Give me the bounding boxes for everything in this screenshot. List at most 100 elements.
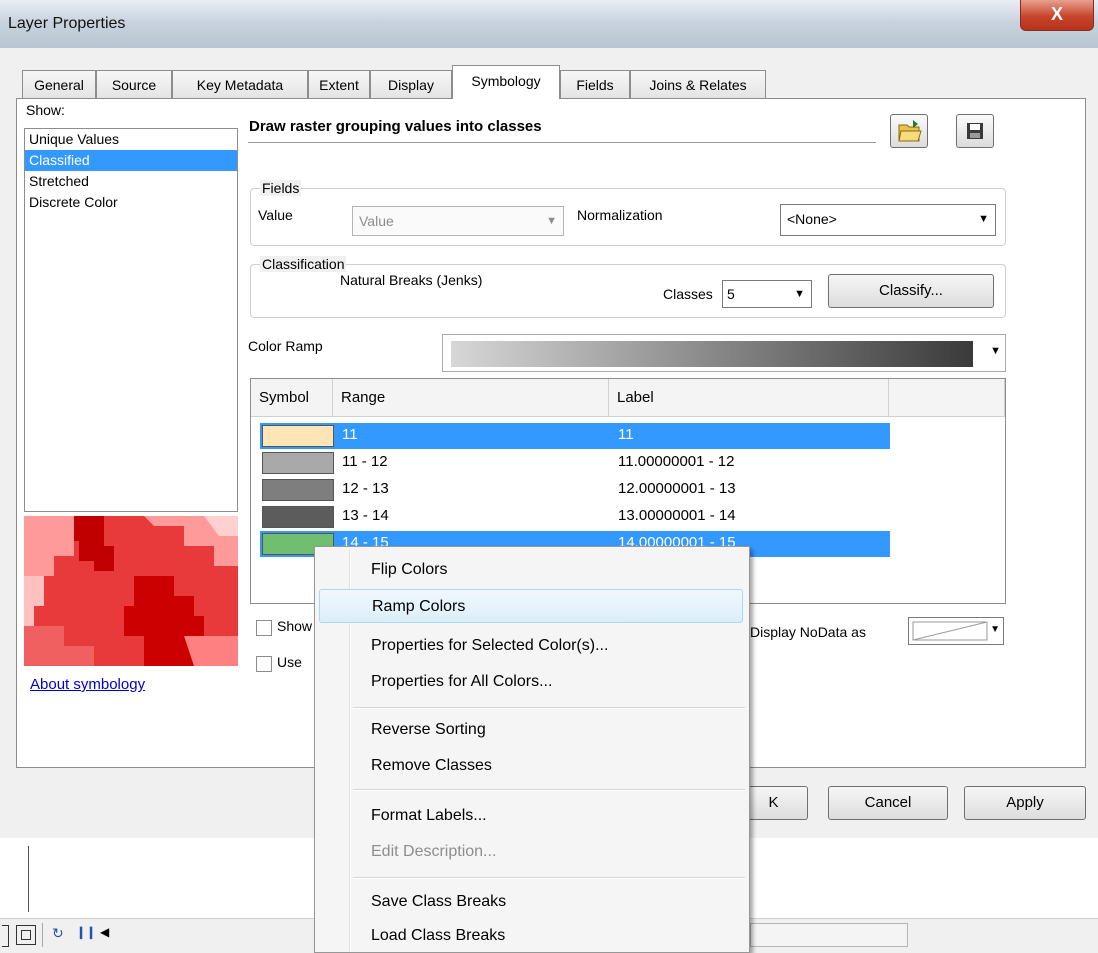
close-button[interactable]: X: [1020, 0, 1094, 31]
column-header-empty: [889, 379, 1005, 417]
dropdown-arrow-icon: ▼: [978, 213, 989, 225]
normalization-combo-text: <None>: [787, 211, 837, 227]
normalization-label: Normalization: [577, 207, 663, 223]
menu-item-properties-selected-colors[interactable]: Properties for Selected Color(s)...: [319, 629, 743, 663]
renderer-heading: Draw raster grouping values into classes: [249, 118, 542, 135]
tab-general[interactable]: General: [22, 70, 96, 98]
class-symbol-swatch[interactable]: [262, 425, 334, 447]
class-label-cell[interactable]: 13.00000001 - 14: [618, 507, 736, 524]
table-row[interactable]: 11 11: [260, 423, 890, 449]
class-range-cell[interactable]: 13 - 14: [342, 507, 389, 524]
classification-method: Natural Breaks (Jenks): [340, 272, 483, 288]
tab-label: Display: [388, 77, 434, 93]
class-range-cell[interactable]: 11 - 12: [342, 453, 388, 470]
column-header-symbol[interactable]: Symbol: [251, 379, 333, 417]
show-item-stretched[interactable]: Stretched: [25, 171, 237, 192]
value-field-combo-text: Value: [359, 213, 394, 229]
tab-label: Source: [111, 77, 157, 93]
save-disk-icon: [967, 123, 983, 139]
class-symbol-swatch[interactable]: [262, 452, 334, 474]
fields-legend: Fields: [260, 180, 302, 196]
class-symbol-swatch[interactable]: [262, 479, 334, 501]
about-symbology-link[interactable]: About symbology: [30, 676, 145, 693]
open-button[interactable]: [890, 114, 928, 148]
table-row[interactable]: 13 - 14 13.00000001 - 14: [260, 504, 890, 530]
menu-item-load-class-breaks[interactable]: Load Class Breaks: [319, 919, 743, 953]
classes-combo[interactable]: 5 ▼: [722, 280, 812, 308]
tab-label: Key Metadata: [196, 77, 284, 93]
menu-item-reverse-sorting[interactable]: Reverse Sorting: [319, 713, 743, 747]
show-item-classified[interactable]: Classified: [25, 150, 237, 171]
tab-source[interactable]: Source: [96, 70, 172, 98]
class-label-cell[interactable]: 12.00000001 - 13: [618, 480, 736, 497]
dropdown-arrow-icon: ▼: [546, 215, 557, 227]
apply-button[interactable]: Apply: [964, 786, 1086, 820]
classes-combo-text: 5: [727, 286, 735, 302]
show-label: Show:: [26, 102, 65, 118]
tab-symbology[interactable]: Symbology: [452, 65, 560, 99]
menu-item-edit-description: Edit Description...: [371, 843, 497, 860]
menu-item-ramp-colors[interactable]: Ramp Colors: [319, 589, 743, 623]
column-header-label[interactable]: Label: [609, 379, 889, 417]
save-button[interactable]: [956, 114, 994, 148]
nodata-color-picker[interactable]: ▼: [908, 617, 1004, 645]
window-title: Layer Properties: [8, 15, 126, 32]
background-divider: [28, 846, 29, 912]
open-folder-icon: [898, 120, 922, 142]
tab-joins-relates[interactable]: Joins & Relates: [630, 70, 766, 98]
show-checkbox-label: Show: [277, 618, 313, 634]
menu-item-flip-colors[interactable]: Flip Colors: [319, 553, 743, 587]
menu-item-properties-all-colors[interactable]: Properties for All Colors...: [319, 665, 743, 699]
value-label: Value: [258, 207, 293, 223]
scroll-left-icon[interactable]: ◀: [100, 925, 109, 939]
class-label-cell[interactable]: 11.00000001 - 12: [618, 453, 735, 470]
tab-fields[interactable]: Fields: [560, 70, 630, 98]
ok-button[interactable]: K: [740, 786, 808, 820]
show-item-discrete-color[interactable]: Discrete Color: [25, 192, 237, 213]
window-title-bar: [0, 0, 1098, 48]
tab-label: Extent: [319, 77, 359, 93]
symbology-preview-image: [24, 516, 238, 666]
preview-map-graphic: [24, 516, 238, 666]
column-header-range[interactable]: Range: [333, 379, 609, 417]
classify-button[interactable]: Classify...: [828, 274, 994, 308]
table-row[interactable]: 11 - 12 11.00000001 - 12: [260, 450, 890, 476]
class-range-cell[interactable]: 12 - 13: [342, 480, 389, 497]
class-symbol-swatch[interactable]: [262, 506, 334, 528]
normalization-combo[interactable]: <None> ▼: [780, 204, 996, 236]
color-ramp-combo[interactable]: ▼: [442, 334, 1006, 372]
menu-item-remove-classes[interactable]: Remove Classes: [319, 749, 743, 783]
toolbar-separator: [42, 923, 43, 947]
dropdown-arrow-icon: ▼: [990, 345, 1001, 357]
use-checkbox[interactable]: [256, 656, 272, 672]
pause-icon[interactable]: ❙❙: [76, 925, 96, 939]
use-checkbox-label: Use: [277, 654, 302, 670]
tab-label: Symbology: [471, 73, 541, 89]
tab-display[interactable]: Display: [370, 70, 452, 98]
show-item-unique-values[interactable]: Unique Values: [25, 129, 237, 150]
tab-key-metadata[interactable]: Key Metadata: [172, 70, 308, 98]
table-row[interactable]: 12 - 13 12.00000001 - 13: [260, 477, 890, 503]
classes-label: Classes: [663, 286, 713, 302]
menu-item-save-class-breaks[interactable]: Save Class Breaks: [319, 885, 743, 919]
menu-separator: [353, 707, 745, 709]
tab-label: General: [34, 77, 84, 93]
show-checkbox[interactable]: [256, 620, 272, 636]
menu-item-format-labels[interactable]: Format Labels...: [319, 799, 743, 833]
close-icon: X: [1050, 4, 1063, 24]
tab-extent[interactable]: Extent: [308, 70, 370, 98]
classification-legend: Classification: [260, 256, 347, 272]
cancel-button[interactable]: Cancel: [828, 786, 948, 820]
refresh-icon[interactable]: ↻: [52, 925, 64, 942]
horizontal-scrollbar-thumb[interactable]: [750, 923, 908, 947]
tab-label: Fields: [576, 77, 614, 93]
menu-separator: [353, 789, 745, 791]
class-range-cell[interactable]: 11: [342, 426, 358, 443]
nodata-swatch-icon: [912, 621, 988, 641]
tab-label: Joins & Relates: [649, 77, 747, 93]
data-view-icon[interactable]: [16, 925, 36, 945]
value-field-combo: Value ▼: [352, 206, 564, 236]
show-list[interactable]: Unique Values Classified Stretched Discr…: [24, 128, 238, 512]
class-label-cell[interactable]: 11: [618, 426, 634, 443]
layout-view-icon[interactable]: [2, 925, 9, 947]
